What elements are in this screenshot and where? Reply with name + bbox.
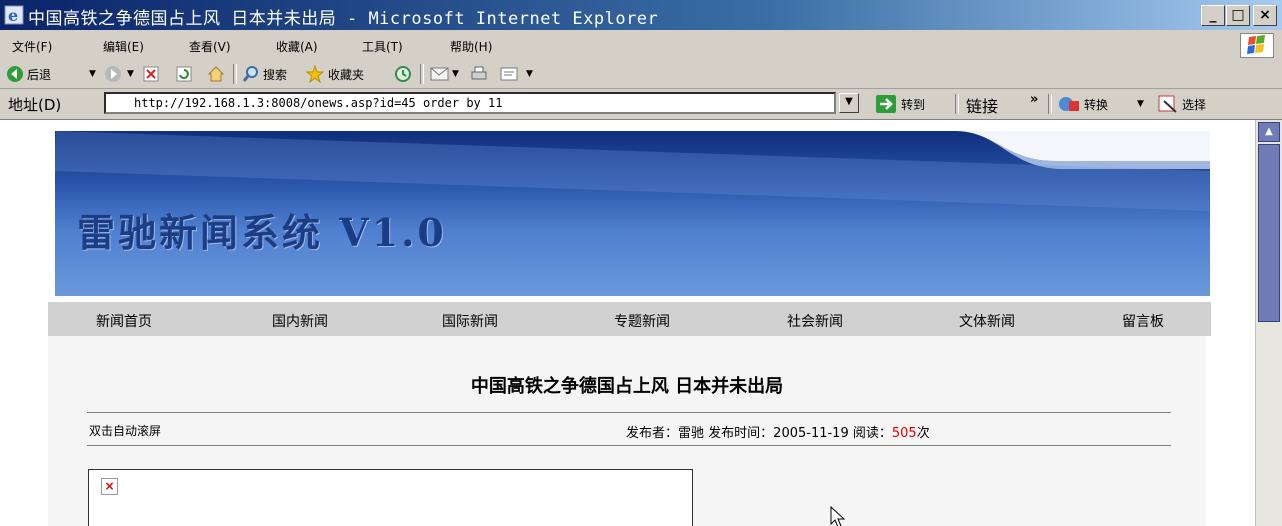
nav-domestic[interactable]: 国内新闻 xyxy=(272,311,328,331)
refresh-icon[interactable] xyxy=(176,66,192,82)
menu-tools[interactable]: 工具(T) xyxy=(362,38,403,55)
menu-help[interactable]: 帮助(H) xyxy=(450,38,492,55)
maximize-button[interactable]: □ xyxy=(1226,5,1250,26)
mail-dropdown-icon[interactable]: ▼ xyxy=(452,69,459,79)
back-icon[interactable] xyxy=(6,65,24,83)
nav-special[interactable]: 专题新闻 xyxy=(614,311,670,331)
go-button-label[interactable]: 转到 xyxy=(901,96,925,113)
publisher-name: 雷驰 xyxy=(678,426,705,441)
scroll-thumb[interactable] xyxy=(1258,144,1280,322)
window-title: 中国高铁之争德国占上风 日本并未出局 - Microsoft Internet … xyxy=(28,9,659,29)
article-area: 中国高铁之争德国占上风 日本并未出局 双击自动滚屏 发布者：雷驰 发布时间：20… xyxy=(48,336,1206,526)
menu-file[interactable]: 文件(F) xyxy=(12,38,52,55)
minimize-button[interactable]: _ xyxy=(1201,5,1225,26)
chevron-up-icon: ▲ xyxy=(1265,126,1273,137)
convert-button-label[interactable]: 转换 xyxy=(1084,96,1108,113)
favorites-star-icon[interactable] xyxy=(306,65,324,83)
toolbar-separator xyxy=(420,64,424,84)
menu-favorites[interactable]: 收藏(A) xyxy=(276,38,318,55)
links-more-button[interactable]: » xyxy=(1030,92,1038,107)
close-button[interactable]: × xyxy=(1253,5,1277,26)
favorites-button-label[interactable]: 收藏夹 xyxy=(328,66,364,83)
article-headline: 中国高铁之争德国占上风 日本并未出局 xyxy=(470,376,784,397)
address-dropdown-button[interactable]: ▼ xyxy=(839,93,859,113)
address-label: 地址(D) xyxy=(8,96,62,114)
search-button-label[interactable]: 搜索 xyxy=(263,66,287,83)
scroll-up-button[interactable]: ▲ xyxy=(1258,122,1280,142)
site-banner: 雷驰新闻系统 V1.0 xyxy=(55,131,1210,296)
article-image-frame: × xyxy=(88,469,693,526)
ie-logo-icon: e xyxy=(4,5,24,25)
back-dropdown-icon[interactable]: ▼ xyxy=(89,69,96,79)
divider xyxy=(87,412,1171,413)
reads-label: 阅读： xyxy=(848,426,892,441)
mouse-cursor-icon xyxy=(830,506,846,526)
toolbar-separator xyxy=(233,64,237,84)
history-icon[interactable] xyxy=(394,65,412,83)
nav-culture-sports[interactable]: 文体新闻 xyxy=(959,311,1015,331)
go-arrow-icon[interactable] xyxy=(876,95,896,113)
select-icon[interactable] xyxy=(1158,95,1178,113)
svg-text:e: e xyxy=(8,6,18,25)
convert-dropdown-icon[interactable]: ▼ xyxy=(1137,99,1144,109)
menu-bar: 文件(F) 编辑(E) 查看(V) 收藏(A) 工具(T) 帮助(H) xyxy=(0,31,1282,62)
address-bar: 地址(D) http://192.168.1.3:8008/onews.asp?… xyxy=(0,89,1282,120)
menu-view[interactable]: 查看(V) xyxy=(189,38,231,55)
menu-edit[interactable]: 编辑(E) xyxy=(103,38,144,55)
divider xyxy=(87,445,1171,446)
nav-international[interactable]: 国际新闻 xyxy=(442,311,498,331)
time-label: 发布时间： xyxy=(704,426,774,441)
address-input[interactable]: http://192.168.1.3:8008/onews.asp?id=45 … xyxy=(104,92,836,114)
nav-home[interactable]: 新闻首页 xyxy=(96,311,152,331)
article-meta: 发布者：雷驰 发布时间：2005-11-19 阅读：505次 xyxy=(626,422,930,441)
chevron-down-icon: ▼ xyxy=(845,96,853,107)
nav-society[interactable]: 社会新闻 xyxy=(787,311,843,331)
reads-count: 505 xyxy=(891,426,917,441)
reads-unit: 次 xyxy=(916,426,930,441)
forward-dropdown-icon[interactable]: ▼ xyxy=(127,69,134,79)
select-button-label[interactable]: 选择 xyxy=(1182,96,1206,113)
windows-logo-icon xyxy=(1240,33,1274,58)
toolbar-separator xyxy=(955,94,959,114)
edit-dropdown-icon[interactable]: ▼ xyxy=(526,69,533,79)
nav-guestbook[interactable]: 留言板 xyxy=(1122,311,1164,331)
edit-icon[interactable] xyxy=(500,65,518,83)
convert-icon[interactable] xyxy=(1058,95,1080,113)
site-nav: 新闻首页 国内新闻 国际新闻 专题新闻 社会新闻 文体新闻 留言板 xyxy=(48,302,1211,336)
mail-icon[interactable] xyxy=(430,66,450,82)
stop-icon[interactable] xyxy=(143,66,159,82)
publisher-label: 发布者： xyxy=(626,426,679,441)
toolbar-separator xyxy=(1048,94,1052,114)
vertical-scrollbar[interactable]: ▲ xyxy=(1255,120,1282,526)
home-icon[interactable] xyxy=(207,65,225,83)
standard-toolbar: 后退 ▼ ▼ 搜索 收藏夹 ▼ ▼ xyxy=(0,61,1282,89)
forward-icon[interactable] xyxy=(104,65,122,83)
title-bar[interactable]: e 中国高铁之争德国占上风 日本并未出局 - Microsoft Interne… xyxy=(0,0,1282,30)
autoscroll-hint: 双击自动滚屏 xyxy=(89,424,162,438)
broken-image-icon: × xyxy=(101,478,118,495)
page-viewport[interactable]: 雷驰新闻系统 V1.0 新闻首页 国内新闻 国际新闻 专题新闻 社会新闻 文体新… xyxy=(0,120,1255,526)
search-icon[interactable] xyxy=(242,65,260,83)
print-icon[interactable] xyxy=(470,65,488,83)
publish-date: 2005-11-19 xyxy=(773,426,849,441)
back-button-label[interactable]: 后退 xyxy=(27,66,51,83)
links-label[interactable]: 链接 xyxy=(966,93,998,117)
site-title: 雷驰新闻系统 V1.0 xyxy=(77,210,447,255)
